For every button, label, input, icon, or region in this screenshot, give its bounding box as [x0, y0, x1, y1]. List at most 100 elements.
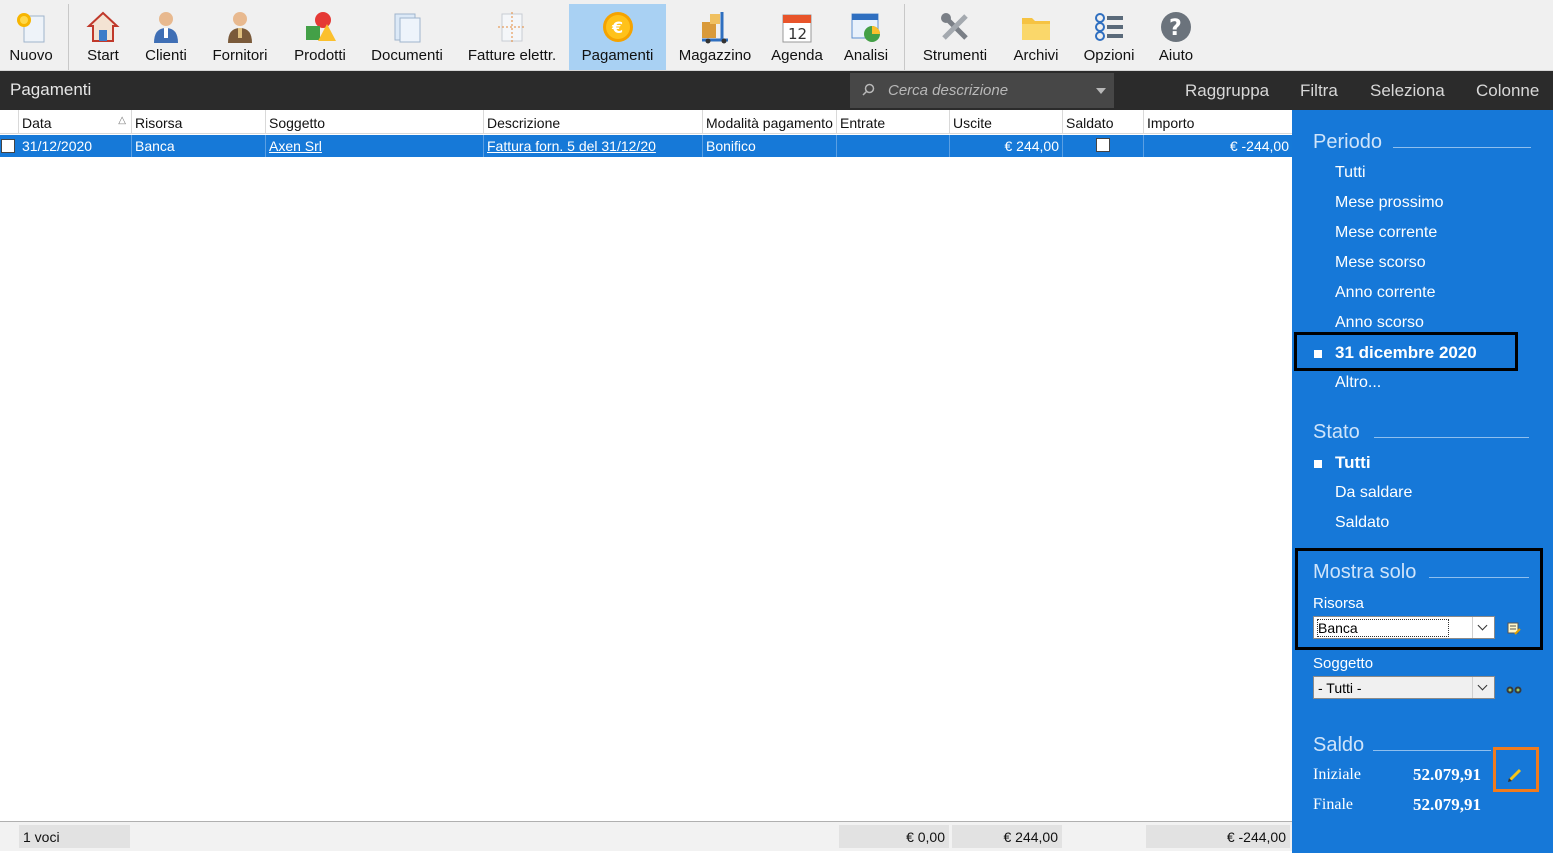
section-divider — [1373, 750, 1491, 751]
toolbar-label: Nuovo — [9, 47, 53, 64]
stato-option-saldato[interactable]: Saldato — [1335, 514, 1389, 532]
periodo-option-selected-date[interactable]: 31 dicembre 2020 — [1335, 343, 1477, 363]
toolbar-label: Documenti — [371, 47, 443, 64]
periodo-option-altro[interactable]: Altro... — [1335, 374, 1381, 392]
footer-entrate-total: € 0,00 — [839, 825, 949, 848]
column-header-uscite[interactable]: Uscite — [950, 110, 1063, 134]
soggetto-label: Soggetto — [1313, 655, 1374, 672]
payments-table: Data △ Risorsa Soggetto Descrizione Moda… — [0, 110, 1292, 821]
cell-data: 31/12/2020 — [19, 135, 132, 157]
warehouse-trolley-icon — [698, 10, 732, 44]
stato-section-title: Stato — [1313, 421, 1360, 443]
periodo-option-mese-corrente[interactable]: Mese corrente — [1335, 224, 1437, 242]
pencil-edit-icon[interactable] — [1507, 767, 1523, 783]
column-header-risorsa[interactable]: Risorsa — [132, 110, 266, 134]
column-header-soggetto[interactable]: Soggetto — [266, 110, 484, 134]
toolbar-aiuto-button[interactable]: ? Aiuto — [1150, 4, 1202, 70]
column-header-descrizione[interactable]: Descrizione — [484, 110, 703, 134]
svg-text:€: € — [611, 18, 623, 37]
raggruppa-button[interactable]: Raggruppa — [1185, 81, 1269, 101]
toolbar-label: Agenda — [771, 47, 823, 64]
chevron-down-icon[interactable] — [1472, 617, 1494, 638]
toolbar-label: Pagamenti — [581, 47, 654, 64]
section-divider — [1374, 437, 1529, 438]
periodo-option-mese-prossimo[interactable]: Mese prossimo — [1335, 194, 1443, 212]
column-header-modalita[interactable]: Modalità pagamento — [703, 110, 837, 134]
toolbar-start-button[interactable]: Start — [74, 4, 132, 70]
toolbar-analisi-button[interactable]: Analisi — [836, 4, 896, 70]
main-toolbar: Nuovo Start Clienti Fornitori Prodotti D… — [0, 0, 1553, 71]
table-footer-totals: 1 voci € 0,00 € 244,00 € -244,00 — [0, 821, 1292, 851]
cell-descrizione-link[interactable]: Fattura forn. 5 del 31/12/20 — [484, 135, 703, 157]
soggetto-select[interactable]: - Tutti - — [1313, 676, 1495, 699]
toolbar-prodotti-button[interactable]: Prodotti — [284, 4, 356, 70]
toolbar-agenda-button[interactable]: 12 Agenda — [764, 4, 830, 70]
stato-option-tutti[interactable]: Tutti — [1335, 453, 1371, 473]
toolbar-label: Strumenti — [922, 47, 988, 64]
calendar-icon: 12 — [780, 10, 814, 44]
column-header-importo[interactable]: Importo — [1144, 110, 1292, 134]
saldo-iniziale-value: 52.079,91 — [1413, 765, 1481, 784]
column-header-data[interactable]: Data △ — [19, 110, 132, 134]
toolbar-separator — [68, 4, 69, 70]
cell-saldato — [1063, 135, 1144, 157]
euro-coin-icon: € — [601, 10, 635, 44]
chevron-down-icon[interactable] — [1472, 677, 1494, 698]
saldo-section-title: Saldo — [1313, 734, 1365, 756]
binoculars-icon[interactable] — [1506, 682, 1522, 694]
selected-bullet-icon — [1314, 350, 1322, 358]
e-invoice-icon — [495, 10, 529, 44]
chevron-down-icon[interactable] — [1096, 88, 1106, 94]
toolbar-clienti-button[interactable]: Clienti — [136, 4, 196, 70]
toolbar-label: Fatture elettr. — [467, 47, 557, 64]
periodo-section-title: Periodo — [1313, 131, 1382, 153]
risorsa-label: Risorsa — [1313, 595, 1364, 612]
page-title: Pagamenti — [10, 80, 92, 99]
customer-person-icon — [149, 10, 183, 44]
supplier-person-icon — [223, 10, 257, 44]
toolbar-label: Start — [87, 47, 119, 64]
toolbar-opzioni-button[interactable]: Opzioni — [1074, 4, 1144, 70]
toolbar-fatture-elettr-button[interactable]: Fatture elettr. — [458, 4, 566, 70]
seleziona-button[interactable]: Seleziona — [1370, 81, 1445, 101]
saldo-finale-label: Finale — [1313, 796, 1353, 813]
toolbar-label: Magazzino — [678, 47, 752, 64]
periodo-option-anno-corrente[interactable]: Anno corrente — [1335, 284, 1436, 302]
toolbar-archivi-button[interactable]: Archivi — [1004, 4, 1068, 70]
toolbar-pagamenti-button[interactable]: € Pagamenti — [569, 4, 666, 70]
cell-soggetto-link[interactable]: Axen Srl — [266, 135, 484, 157]
toolbar-nuovo-button[interactable]: Nuovo — [0, 4, 62, 70]
help-icon: ? — [1159, 10, 1193, 44]
periodo-option-anno-scorso[interactable]: Anno scorso — [1335, 314, 1424, 332]
search-input[interactable]: Cerca descrizione — [850, 73, 1114, 108]
filtra-button[interactable]: Filtra — [1300, 81, 1338, 101]
toolbar-documenti-button[interactable]: Documenti — [362, 4, 452, 70]
column-header-saldato[interactable]: Saldato — [1063, 110, 1144, 134]
tools-icon — [938, 10, 972, 44]
toolbar-fornitori-button[interactable]: Fornitori — [202, 4, 278, 70]
table-row[interactable]: 31/12/2020 Banca Axen Srl Fattura forn. … — [0, 135, 1292, 157]
soggetto-select-value: - Tutti - — [1318, 680, 1362, 696]
edit-list-icon[interactable] — [1507, 621, 1521, 635]
section-divider — [1393, 147, 1531, 148]
periodo-option-tutti[interactable]: Tutti — [1335, 164, 1366, 182]
saldo-finale-value: 52.079,91 — [1413, 795, 1481, 814]
risorsa-select[interactable]: Banca — [1313, 616, 1495, 639]
search-placeholder: Cerca descrizione — [888, 82, 1009, 99]
colonne-button[interactable]: Colonne — [1476, 81, 1539, 101]
column-header-select — [0, 110, 19, 134]
svg-text:?: ? — [1169, 16, 1182, 41]
cell-entrate — [837, 135, 950, 157]
saldato-checkbox[interactable] — [1096, 138, 1110, 152]
row-select-checkbox[interactable] — [1, 139, 15, 153]
toolbar-strumenti-button[interactable]: Strumenti — [912, 4, 998, 70]
stato-option-da-saldare[interactable]: Da saldare — [1335, 484, 1412, 502]
periodo-option-mese-scorso[interactable]: Mese scorso — [1335, 254, 1426, 272]
column-header-entrate[interactable]: Entrate — [837, 110, 950, 134]
toolbar-magazzino-button[interactable]: Magazzino — [672, 4, 758, 70]
cell-modalita: Bonifico — [703, 135, 837, 157]
filter-sidebar: Periodo Tutti Mese prossimo Mese corrent… — [1292, 110, 1553, 853]
toolbar-label: Analisi — [843, 47, 889, 64]
options-list-icon — [1092, 10, 1126, 44]
footer-importo-total: € -244,00 — [1146, 825, 1290, 848]
